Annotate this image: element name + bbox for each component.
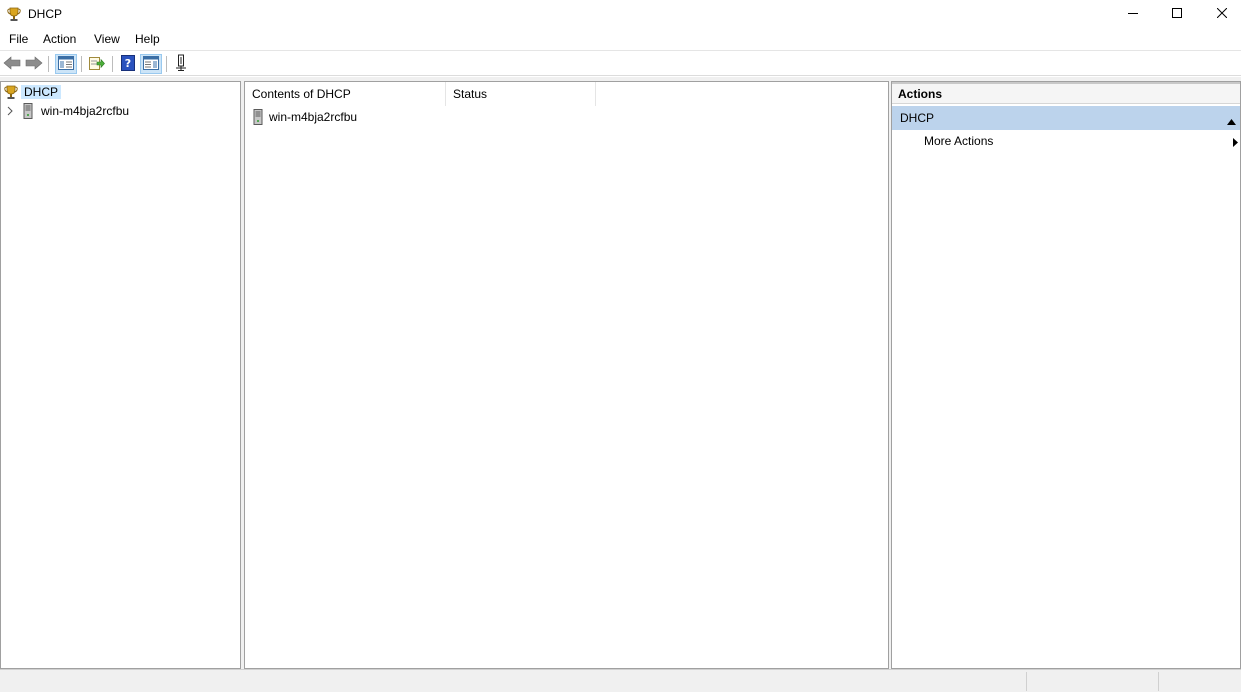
back-button[interactable] — [1, 54, 23, 74]
more-actions-label: More Actions — [924, 134, 994, 148]
actions-pane-title: Actions — [892, 82, 1240, 104]
tree-item-server[interactable]: win-m4bja2rcfbu — [5, 102, 129, 120]
toolbar: ? — [0, 52, 1241, 76]
column-header-contents[interactable]: Contents of DHCP — [245, 82, 446, 106]
triangle-up-icon[interactable] — [1227, 114, 1236, 128]
toolbar-separator — [81, 56, 82, 72]
console-body: DHCP win-m4bja2rcfbu Contents of DHCP St… — [0, 77, 1241, 669]
back-icon — [3, 55, 21, 74]
status-cell — [1158, 672, 1241, 691]
forward-icon — [25, 55, 43, 74]
minimize-button[interactable] — [1110, 0, 1156, 28]
forward-button[interactable] — [23, 54, 45, 74]
list-item[interactable]: win-m4bja2rcfbu — [253, 108, 357, 126]
tree-item-dhcp[interactable]: DHCP — [3, 83, 62, 101]
dhcp-trophy-icon — [6, 6, 22, 22]
menu-view[interactable]: View — [92, 32, 122, 46]
menu-action[interactable]: Action — [41, 32, 78, 46]
toolbar-separator — [112, 56, 113, 72]
more-actions-item[interactable]: More Actions — [924, 134, 1240, 148]
properties-icon — [174, 54, 188, 75]
show-hide-console-tree-icon — [58, 55, 74, 73]
toolbar-separator — [166, 56, 167, 72]
help-button[interactable]: ? — [117, 54, 139, 74]
status-bar — [0, 669, 1241, 692]
minimize-icon — [1128, 7, 1138, 21]
close-icon — [1216, 7, 1228, 21]
console-tree-pane[interactable]: DHCP win-m4bja2rcfbu — [0, 81, 241, 669]
export-list-icon — [89, 56, 105, 73]
show-hide-action-pane-icon — [143, 55, 159, 73]
title-bar: DHCP — [0, 0, 1241, 28]
properties-button[interactable] — [170, 54, 192, 74]
results-pane[interactable]: Contents of DHCP Status win-m4bja2rcfbu — [244, 81, 889, 669]
svg-text:?: ? — [125, 57, 131, 70]
help-icon: ? — [121, 54, 135, 74]
actions-section-label: DHCP — [900, 111, 935, 125]
chevron-right-icon[interactable] — [5, 103, 23, 119]
maximize-button[interactable] — [1154, 0, 1200, 28]
show-hide-action-pane-button[interactable] — [140, 54, 162, 74]
server-icon — [23, 103, 41, 119]
list-item-name: win-m4bja2rcfbu — [269, 110, 358, 124]
server-icon — [253, 109, 269, 125]
menu-help[interactable]: Help — [133, 32, 162, 46]
triangle-right-icon — [1233, 136, 1238, 150]
column-header-status[interactable]: Status — [446, 82, 596, 106]
tree-item-label: win-m4bja2rcfbu — [41, 104, 130, 118]
export-list-button[interactable] — [86, 54, 108, 74]
menu-bar: File Action View Help — [0, 29, 1241, 51]
menu-file[interactable]: File — [7, 32, 30, 46]
actions-pane: Actions DHCP More Actions — [891, 81, 1241, 669]
maximize-icon — [1172, 7, 1182, 21]
dhcp-trophy-icon — [3, 84, 21, 100]
tree-item-label: DHCP — [21, 85, 62, 99]
status-cell — [1026, 672, 1158, 691]
actions-section-dhcp[interactable]: DHCP — [892, 106, 1240, 130]
show-hide-console-tree-button[interactable] — [55, 54, 77, 74]
close-button[interactable] — [1199, 0, 1241, 28]
toolbar-separator — [48, 56, 49, 72]
window-title: DHCP — [28, 7, 63, 21]
